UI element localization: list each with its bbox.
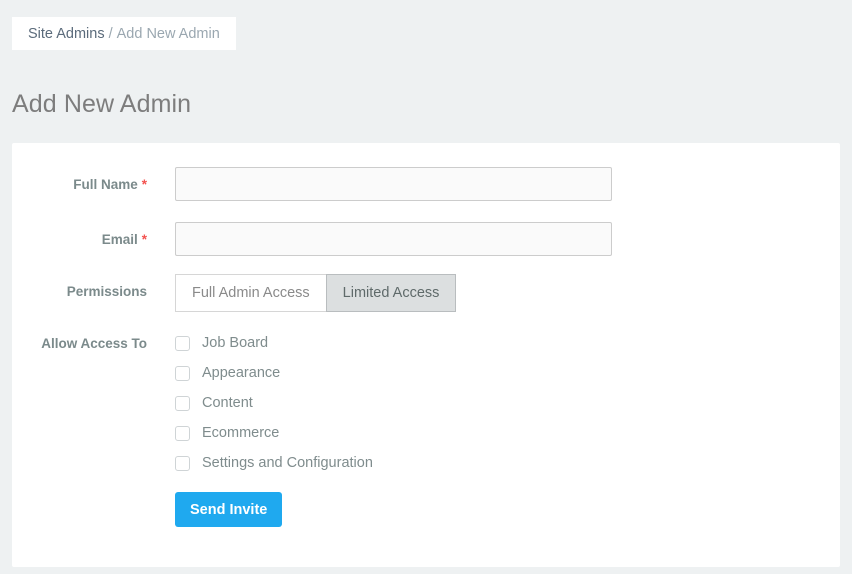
breadcrumb: Site Admins / Add New Admin — [12, 17, 236, 50]
breadcrumb-link-site-admins[interactable]: Site Admins — [28, 26, 105, 42]
email-control — [175, 222, 612, 256]
checkbox-item-settings-and-configuration[interactable]: Settings and Configuration — [175, 448, 373, 478]
checkbox-label: Job Board — [202, 335, 269, 351]
form-row-full-name: Full Name * — [12, 167, 840, 201]
checkbox-item-appearance[interactable]: Appearance — [175, 358, 373, 388]
permissions-label: Permissions — [66, 284, 147, 299]
email-required-marker: * — [141, 232, 147, 247]
checkbox-icon[interactable] — [175, 365, 190, 381]
form-card: Full Name * Email * Permissions Full Admin… — [12, 143, 840, 567]
checkbox-icon[interactable] — [175, 425, 190, 441]
checkbox-label: Ecommerce — [202, 425, 280, 441]
permissions-segmented-control: Full Admin Access Limited Access — [175, 274, 457, 312]
permissions-control: Full Admin Access Limited Access — [175, 274, 457, 312]
allow-access-to-control: Job Board Appearance Content Ecommerce S — [175, 328, 373, 527]
checkbox-label: Content — [202, 395, 253, 411]
send-invite-button[interactable]: Send Invite — [175, 492, 283, 527]
form-row-allow-access-to: Allow Access To Job Board Appearance Con… — [12, 328, 840, 527]
email-label-text: Email — [101, 232, 138, 247]
full-name-control — [175, 167, 612, 201]
allow-access-to-label: Allow Access To — [41, 336, 147, 351]
checkbox-item-ecommerce[interactable]: Ecommerce — [175, 418, 373, 448]
email-input[interactable] — [175, 222, 612, 256]
checkbox-label: Appearance — [202, 365, 281, 381]
checkbox-label: Settings and Configuration — [202, 455, 373, 471]
allow-access-checkbox-list: Job Board Appearance Content Ecommerce S — [175, 328, 373, 478]
checkbox-item-content[interactable]: Content — [175, 388, 373, 418]
permissions-option-full-admin-access[interactable]: Full Admin Access — [175, 274, 327, 312]
checkbox-icon[interactable] — [175, 455, 190, 471]
email-label: Email * — [12, 222, 147, 248]
checkbox-item-job-board[interactable]: Job Board — [175, 328, 373, 358]
breadcrumb-current-add-new-admin: Add New Admin — [116, 25, 220, 42]
full-name-label-text: Full Name — [73, 177, 138, 192]
form-row-email: Email * — [12, 222, 840, 256]
page-title: Add New Admin — [12, 90, 192, 118]
checkbox-icon[interactable] — [175, 335, 190, 351]
full-name-label: Full Name * — [12, 167, 147, 193]
form-row-permissions: Permissions Full Admin Access Limited Ac… — [12, 274, 840, 312]
full-name-required-marker: * — [141, 177, 147, 192]
breadcrumb-separator: / — [108, 25, 113, 42]
permissions-option-limited-access[interactable]: Limited Access — [325, 274, 457, 312]
full-name-input[interactable] — [175, 167, 612, 201]
checkbox-icon[interactable] — [175, 395, 190, 411]
